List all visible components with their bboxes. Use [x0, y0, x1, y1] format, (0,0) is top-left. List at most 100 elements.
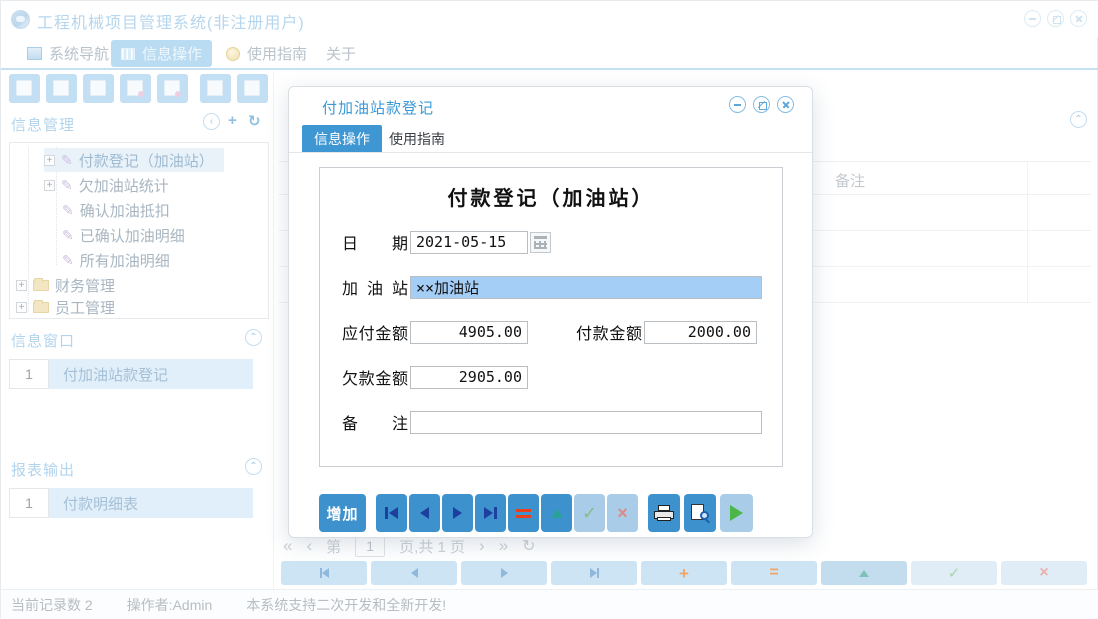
info-window-row[interactable]: 1 付加油站款登记 — [9, 359, 253, 389]
x-icon: × — [617, 503, 628, 524]
print-preview-button[interactable] — [684, 494, 716, 532]
report-row[interactable]: 1 付款明细表 — [9, 488, 253, 518]
print-button[interactable] — [648, 494, 680, 532]
record-next-button[interactable] — [461, 561, 547, 585]
add-node-icon[interactable]: + — [228, 112, 237, 129]
window-controls — [1024, 10, 1087, 27]
delete-record-button[interactable] — [508, 494, 539, 532]
page-number-input[interactable] — [355, 536, 385, 557]
arrears-input[interactable] — [410, 366, 528, 389]
tab-user-guide[interactable]: 使用指南 — [216, 40, 317, 67]
next-page-icon[interactable]: › — [479, 536, 485, 556]
dialog-restore-icon[interactable] — [753, 96, 770, 113]
print-preview-icon — [691, 504, 709, 522]
next-icon — [501, 568, 508, 578]
collapse-up-icon[interactable]: ⌃ — [245, 458, 262, 475]
payment-form: 付款登记（加油站） 日期 加油站 应付金额 付款金额 欠款金额 备注 — [319, 167, 783, 467]
document-icon — [90, 80, 106, 96]
first-page-icon[interactable]: « — [283, 536, 292, 556]
user-computer-tool-button[interactable] — [120, 74, 151, 103]
prev-record-button[interactable] — [409, 494, 440, 532]
tree-item-confirmed-detail[interactable]: ✎ 已确认加油明细 — [62, 223, 185, 247]
tree-item-label: 确认加油抵扣 — [80, 200, 170, 221]
tab-info-operation[interactable]: 信息操作 — [111, 40, 212, 67]
row-label: 付加油站款登记 — [49, 359, 253, 389]
tree-item-confirm-deduction[interactable]: ✎ 确认加油抵扣 — [62, 198, 170, 222]
window-tool-button[interactable] — [157, 74, 188, 103]
expand-icon[interactable]: + — [16, 280, 27, 291]
tree-item-staff-mgmt[interactable]: + 员工管理 — [16, 295, 115, 319]
dialog-tab-info-operation[interactable]: 信息操作 — [302, 125, 382, 152]
printer-icon — [244, 80, 260, 96]
pencil-icon: ✎ — [62, 202, 74, 219]
tree-item-payment-register[interactable]: + ✎ 付款登记（加油站） — [44, 148, 224, 172]
search-tool-button[interactable] — [9, 74, 40, 103]
pencil-icon: ✎ — [61, 152, 73, 169]
refresh-page-icon[interactable]: ↻ — [522, 536, 535, 556]
record-first-button[interactable] — [281, 561, 367, 585]
dialog-close-icon[interactable] — [777, 96, 794, 113]
run-button[interactable] — [720, 494, 753, 532]
add-button[interactable]: 增加 — [319, 494, 366, 532]
dialog-tab-user-guide[interactable]: 使用指南 — [377, 125, 457, 152]
edit-record-button[interactable] — [541, 494, 572, 532]
tab-label: 信息操作 — [142, 43, 202, 64]
record-last-button[interactable] — [551, 561, 637, 585]
dialog-minimize-icon[interactable] — [729, 96, 746, 113]
record-prev-button[interactable] — [371, 561, 457, 585]
last-page-icon[interactable]: » — [499, 536, 508, 556]
expand-icon[interactable]: + — [44, 180, 55, 191]
tab-system-nav[interactable]: 系统导航 — [17, 40, 119, 67]
tree-item-finance-mgmt[interactable]: + 财务管理 — [16, 273, 115, 297]
report-panel-title: 报表输出 — [11, 459, 75, 480]
cancel-button[interactable]: × — [607, 494, 638, 532]
document-tool-button[interactable] — [83, 74, 114, 103]
tree-item-arrears-stats[interactable]: + ✎ 欠加油站统计 — [44, 173, 169, 197]
collapse-up-icon[interactable]: ⌃ — [245, 329, 262, 346]
next-record-button[interactable] — [442, 494, 473, 532]
app-logo-icon — [11, 10, 30, 29]
record-count-label: 当前记录数 2 — [11, 595, 93, 615]
payable-label: 应付金额 — [342, 320, 408, 344]
minimize-icon[interactable] — [1024, 10, 1041, 27]
station-input[interactable] — [410, 276, 762, 299]
operator-label: 操作者:Admin — [127, 595, 213, 615]
payment-label: 付款金额 — [576, 320, 642, 344]
record-delete-button[interactable]: = — [731, 561, 817, 585]
record-cancel-button[interactable]: × — [1001, 561, 1087, 585]
expand-icon[interactable]: + — [44, 155, 55, 166]
printer-icon — [654, 505, 674, 522]
window-globe-icon — [164, 80, 180, 96]
document-add-tool-button[interactable] — [200, 74, 231, 103]
search-icon — [16, 80, 32, 96]
first-record-button[interactable] — [376, 494, 407, 532]
collapse-left-icon[interactable]: ‹ — [203, 113, 220, 130]
record-confirm-button[interactable]: ✓ — [911, 561, 997, 585]
payable-input[interactable] — [410, 321, 528, 344]
record-add-button[interactable]: + — [641, 561, 727, 585]
record-edit-button[interactable] — [821, 561, 907, 585]
tree-item-all-detail[interactable]: ✎ 所有加油明细 — [62, 248, 170, 272]
prev-page-icon[interactable]: ‹ — [306, 536, 312, 556]
maximize-icon[interactable] — [1047, 10, 1064, 27]
main-collapse-up-icon[interactable]: ⌃ — [1070, 111, 1087, 128]
expand-icon[interactable]: + — [16, 302, 27, 313]
date-label: 日期 — [342, 230, 408, 254]
table-tool-button[interactable] — [46, 74, 77, 103]
user-computer-icon — [127, 80, 143, 96]
close-icon[interactable] — [1070, 10, 1087, 27]
tree-item-label: 欠加油站统计 — [79, 175, 169, 196]
remark-input[interactable] — [410, 411, 762, 434]
refresh-tree-icon[interactable]: ↻ — [248, 112, 261, 130]
date-input[interactable] — [410, 231, 528, 254]
last-record-button[interactable] — [475, 494, 506, 532]
prev-icon — [420, 507, 429, 519]
grid-icon — [121, 48, 135, 60]
payment-input[interactable] — [644, 321, 757, 344]
folder-icon — [33, 302, 49, 313]
tab-about[interactable]: 关于 — [316, 40, 366, 67]
printer-tool-button[interactable] — [237, 74, 268, 103]
dialog-button-bar: 增加 ✓ × — [289, 494, 814, 532]
confirm-button[interactable]: ✓ — [574, 494, 605, 532]
calendar-icon[interactable] — [530, 232, 551, 253]
